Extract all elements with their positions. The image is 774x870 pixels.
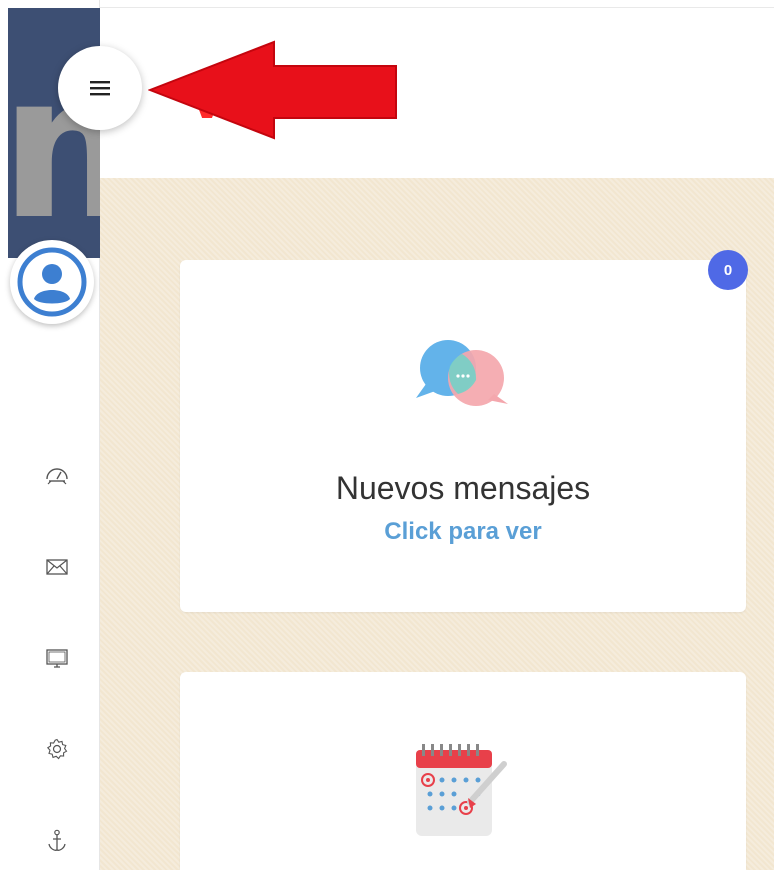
sidebar-item-anchor[interactable] [44,828,70,854]
user-icon [17,247,87,317]
anchor-icon [48,829,66,851]
monitor-icon [46,649,68,668]
mail-icon [46,559,68,575]
messages-card[interactable]: 0 Nuevos mensajes Click para ver [180,250,748,612]
main-content: 0 Nuevos mensajes Click para ver [100,178,774,870]
dashboard-icon [46,468,68,485]
messages-card-link[interactable]: Click para ver [180,518,746,546]
message-count-badge: 0 [708,250,748,290]
messages-card-title: Nuevos mensajes [335,470,591,506]
hamburger-menu-button[interactable] [58,46,142,130]
annotation-arrow-icon [148,40,397,140]
sidebar-item-dashboard[interactable] [44,462,70,488]
settings-gear-icon [46,738,68,760]
calendar-card[interactable] [180,672,746,870]
hamburger-menu-icon [90,81,110,96]
sidebar-brand-panel: m [8,8,100,258]
sidebar-item-mail[interactable] [44,554,70,580]
user-avatar[interactable] [10,240,94,324]
sidebar: m [0,0,100,870]
sidebar-item-settings[interactable] [44,736,70,762]
calendar-icon [416,744,507,836]
chat-bubbles-icon [416,340,508,406]
top-border [100,0,774,8]
sidebar-item-monitor[interactable] [44,646,70,672]
